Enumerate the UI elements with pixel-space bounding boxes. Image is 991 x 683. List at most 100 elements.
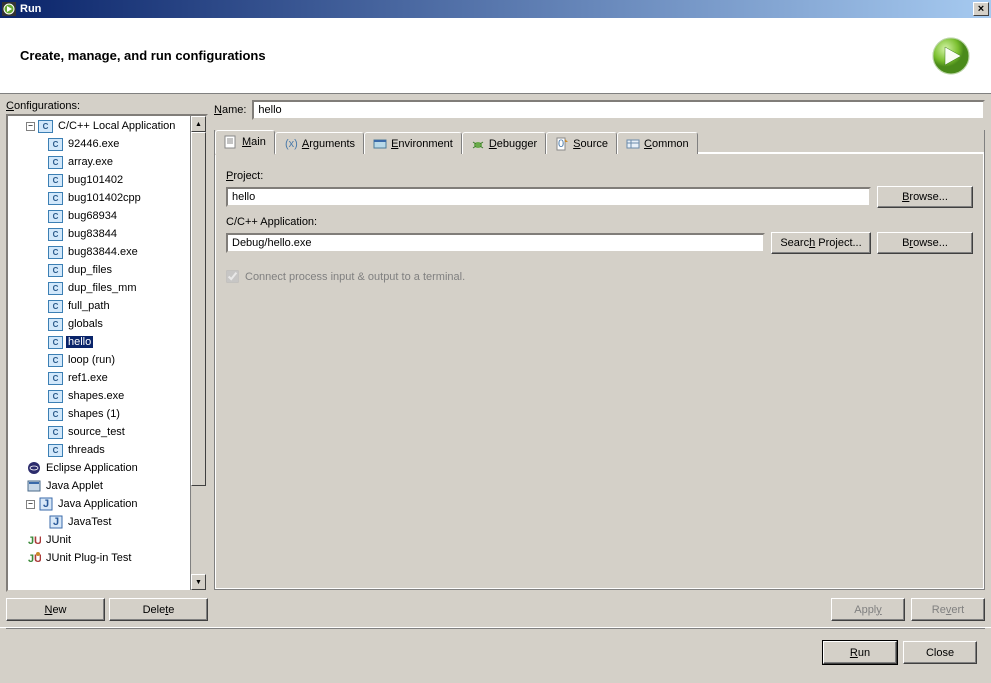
configuration-editor: Name: Main(x)=ArgumentsEnvironmentDebugg…	[214, 100, 985, 621]
app-browse-button[interactable]: Browse...	[877, 232, 973, 254]
tree-item-bug68934[interactable]: Cbug68934	[8, 207, 206, 225]
c-icon: C	[48, 335, 63, 349]
tree-item-source-test[interactable]: Csource_test	[8, 423, 206, 441]
java-icon: J	[38, 497, 53, 511]
window-close-button[interactable]: ×	[973, 2, 989, 16]
tree-item-javatest[interactable]: JJavaTest	[8, 513, 206, 531]
junit-plugin-icon: JU	[26, 551, 41, 565]
arguments-tab-icon: (x)=	[284, 137, 298, 151]
svg-text:U: U	[34, 535, 41, 547]
c-icon: C	[48, 137, 63, 151]
tab-common[interactable]: Common	[617, 132, 698, 154]
environment-tab-icon	[373, 137, 387, 151]
titlebar: Run ×	[0, 0, 991, 18]
tree-item-dup-files-mm[interactable]: Cdup_files_mm	[8, 279, 206, 297]
svg-text:J: J	[52, 516, 58, 528]
expander-icon[interactable]: −	[26, 500, 35, 509]
tree-item-loop-run-[interactable]: Cloop (run)	[8, 351, 206, 369]
c-icon: C	[48, 245, 63, 259]
run-icon	[931, 36, 971, 76]
c-icon: C	[38, 119, 53, 133]
tree-item-92446-exe[interactable]: C92446.exe	[8, 135, 206, 153]
tree-item-junit-plug-in-test[interactable]: JUJUnit Plug-in Test	[8, 549, 206, 567]
common-tab-icon	[626, 137, 640, 151]
tree-item-java-application[interactable]: −JJava Application	[8, 495, 206, 513]
debugger-tab-icon	[471, 137, 485, 151]
tree-item-hello[interactable]: Chello	[8, 333, 206, 351]
scroll-down-arrow-icon[interactable]: ▼	[191, 574, 206, 590]
c-icon: C	[48, 209, 63, 223]
name-input[interactable]	[252, 100, 985, 120]
svg-text:(x)=: (x)=	[285, 138, 298, 150]
c-icon: C	[48, 155, 63, 169]
tree-item-shapes-exe[interactable]: Cshapes.exe	[8, 387, 206, 405]
search-project-button[interactable]: Search Project...	[771, 232, 871, 254]
connect-terminal-label: Connect process input & output to a term…	[245, 271, 465, 283]
apply-button: Apply	[831, 598, 905, 621]
tree-item-bug101402[interactable]: Cbug101402	[8, 171, 206, 189]
tree-item-shapes-1-[interactable]: Cshapes (1)	[8, 405, 206, 423]
svg-text:0: 0	[558, 138, 564, 150]
c-icon: C	[48, 263, 63, 277]
app-input[interactable]	[226, 233, 765, 253]
tree-item-bug83844[interactable]: Cbug83844	[8, 225, 206, 243]
c-icon: C	[48, 173, 63, 187]
c-icon: C	[48, 227, 63, 241]
configurations-panel: Configurations: −CC/C++ Local Applicatio…	[6, 100, 208, 621]
tab-source[interactable]: 0Source	[546, 132, 617, 154]
junit-icon: JU	[26, 533, 41, 547]
tree-item-c-c-local-application[interactable]: −CC/C++ Local Application	[8, 117, 206, 135]
c-icon: C	[48, 299, 63, 313]
tab-strip: Main(x)=ArgumentsEnvironmentDebugger0Sou…	[215, 130, 984, 154]
tab-main[interactable]: Main	[215, 130, 275, 155]
app-icon	[2, 2, 16, 16]
c-icon: C	[48, 281, 63, 295]
window-title: Run	[20, 3, 41, 15]
project-label: Project:	[226, 170, 973, 182]
svg-text:J: J	[42, 498, 48, 510]
connect-terminal-checkbox	[226, 270, 239, 283]
tree-scrollbar[interactable]: ▲ ▼	[190, 116, 206, 590]
tree-item-eclipse-application[interactable]: Eclipse Application	[8, 459, 206, 477]
eclipse-icon	[26, 461, 41, 475]
dialog-header: Create, manage, and run configurations	[0, 18, 991, 94]
tree-item-array-exe[interactable]: Carray.exe	[8, 153, 206, 171]
tree-item-bug101402cpp[interactable]: Cbug101402cpp	[8, 189, 206, 207]
close-button[interactable]: Close	[903, 641, 977, 664]
main-tab-icon	[224, 135, 238, 149]
app-label: C/C++ Application:	[226, 216, 973, 228]
c-icon: C	[48, 425, 63, 439]
scroll-thumb[interactable]	[191, 132, 206, 486]
tree-item-globals[interactable]: Cglobals	[8, 315, 206, 333]
c-icon: C	[48, 353, 63, 367]
tab-debugger[interactable]: Debugger	[462, 132, 546, 154]
project-browse-button[interactable]: Browse...	[877, 186, 973, 208]
delete-button[interactable]: Delete	[109, 598, 208, 621]
new-button[interactable]: New	[6, 598, 105, 621]
c-icon: C	[48, 371, 63, 385]
tree-item-ref1-exe[interactable]: Cref1.exe	[8, 369, 206, 387]
tab-environment[interactable]: Environment	[364, 132, 462, 154]
c-icon: C	[48, 407, 63, 421]
tab-arguments[interactable]: (x)=Arguments	[275, 132, 364, 154]
tree-item-bug83844-exe[interactable]: Cbug83844.exe	[8, 243, 206, 261]
tree-item-junit[interactable]: JUJUnit	[8, 531, 206, 549]
configurations-label: Configurations:	[6, 100, 208, 112]
name-label: Name:	[214, 104, 246, 116]
dialog-title: Create, manage, and run configurations	[20, 48, 266, 63]
tree-item-full-path[interactable]: Cfull_path	[8, 297, 206, 315]
expander-icon[interactable]: −	[26, 122, 35, 131]
tree-item-java-applet[interactable]: Java Applet	[8, 477, 206, 495]
scroll-up-arrow-icon[interactable]: ▲	[191, 116, 206, 132]
c-icon: C	[48, 317, 63, 331]
revert-button: Revert	[911, 598, 985, 621]
tab-main: Project: Browse... C/C++ Application: Se…	[215, 154, 984, 589]
applet-icon	[26, 479, 41, 493]
configurations-tree[interactable]: −CC/C++ Local ApplicationC92446.exeCarra…	[6, 114, 208, 592]
c-icon: C	[48, 191, 63, 205]
java-icon: J	[48, 515, 63, 529]
run-button[interactable]: Run	[823, 641, 897, 664]
project-input[interactable]	[226, 187, 871, 207]
tree-item-dup-files[interactable]: Cdup_files	[8, 261, 206, 279]
tree-item-threads[interactable]: Cthreads	[8, 441, 206, 459]
